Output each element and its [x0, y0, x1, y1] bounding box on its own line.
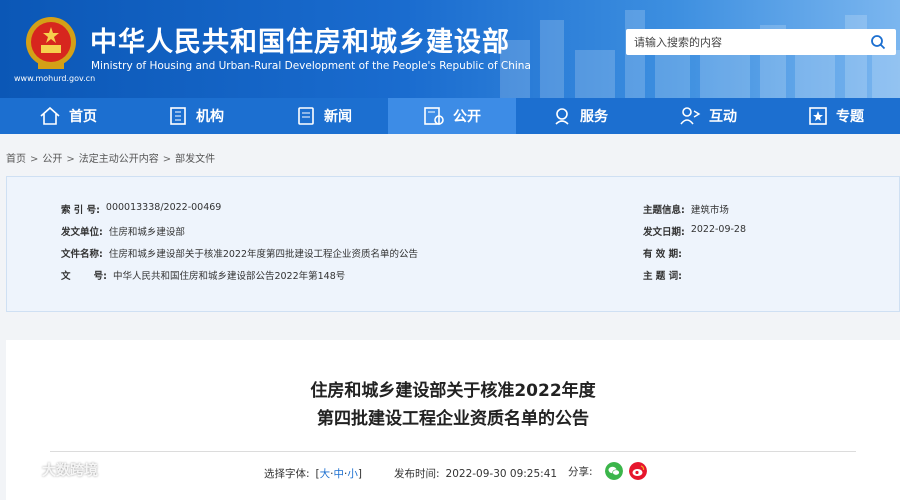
nav-label: 首页 — [69, 109, 97, 125]
site-title: 中华人民共和国住房和城乡建设部 — [90, 27, 510, 58]
share-bar: 分享: — [568, 462, 647, 480]
interaction-icon — [680, 107, 701, 125]
breadcrumb-documents[interactable]: 部发文件 — [175, 150, 215, 165]
meta-label: 有 效 期: — [643, 249, 682, 260]
share-label: 分享: — [568, 465, 593, 478]
topic-icon — [809, 107, 827, 125]
breadcrumb-disclosure[interactable]: 公开 — [42, 150, 62, 165]
breadcrumb-home[interactable]: 首页 — [6, 150, 26, 165]
watermark-text: 大数跨境 — [42, 463, 98, 479]
nav-item-home[interactable]: 首页 — [4, 98, 132, 134]
divider — [50, 451, 856, 452]
document-metadata-panel: 索 引 号: 000013338/2022-00469 发文单位: 住房和城乡建… — [6, 176, 900, 312]
article: 住房和城乡建设部关于核准2022年度 第四批建设工程企业资质名单的公告 选择字体… — [6, 340, 900, 500]
nav-item-org[interactable]: 机构 — [132, 98, 260, 134]
breadcrumb-statutory[interactable]: 法定主动公开内容 — [79, 150, 159, 165]
meta-value: 2022-09-28 — [690, 224, 747, 235]
search-box — [626, 29, 896, 55]
meta-validity: 有 效 期: — [643, 246, 688, 260]
weibo-icon[interactable] — [628, 462, 647, 480]
breadcrumb-separator: > — [162, 154, 172, 165]
font-medium-link[interactable]: 中 — [334, 466, 345, 481]
font-large-link[interactable]: 大 — [320, 466, 331, 481]
watermark: 大数跨境 — [8, 460, 98, 480]
search-icon[interactable] — [870, 34, 886, 50]
font-size-selector: 选择字体: [ 大 · 中 · 小 ] — [264, 466, 362, 481]
meta-label: 主题信息: — [643, 205, 685, 216]
meta-topic: 主题信息: 建筑市场 — [643, 202, 729, 216]
meta-docno: 文 号: 中华人民共和国住房和城乡建设部公告2022年第148号 — [61, 268, 345, 282]
nav-label: 专题 — [836, 109, 864, 125]
article-title-line1: 住房和城乡建设部关于核准2022年度 — [310, 381, 596, 401]
main-nav: 首页 机构 新闻 公开 服务 互动 专题 — [0, 98, 900, 134]
meta-date: 发文日期: 2022-09-28 — [643, 224, 746, 238]
nav-label: 机构 — [196, 109, 224, 125]
publish-value: 2022-09-30 09:25:41 — [445, 467, 558, 480]
nav-item-news[interactable]: 新闻 — [260, 98, 388, 134]
meta-label: 发文单位: — [61, 227, 103, 238]
disclosure-icon — [424, 107, 444, 125]
service-icon — [555, 108, 569, 125]
search-input[interactable] — [634, 33, 854, 51]
meta-label: 发文日期: — [643, 227, 685, 238]
meta-index: 索 引 号: 000013338/2022-00469 — [61, 202, 221, 216]
building-icon — [170, 107, 186, 125]
meta-filename: 文件名称: 住房和城乡建设部关于核准2022年度第四批建设工程企业资质名单的公告 — [61, 246, 418, 260]
bracket: ] — [357, 467, 362, 480]
nav-label: 公开 — [453, 109, 481, 125]
nav-label: 服务 — [580, 109, 608, 125]
watermark-logo-icon — [10, 462, 36, 477]
publish-time: 发布时间: 2022-09-30 09:25:41 — [394, 466, 557, 481]
site-subtitle: Ministry of Housing and Urban-Rural Deve… — [91, 60, 531, 72]
meta-value: 000013338/2022-00469 — [105, 202, 222, 213]
home-icon — [40, 106, 60, 125]
meta-value: 住房和城乡建设部 — [108, 227, 185, 238]
news-icon — [298, 107, 314, 125]
meta-issuer: 发文单位: 住房和城乡建设部 — [61, 224, 185, 238]
meta-label: 索 引 号: — [61, 205, 100, 216]
nav-item-interaction[interactable]: 互动 — [644, 98, 772, 134]
breadcrumb: 首页 > 公开 > 法定主动公开内容 > 部发文件 — [6, 150, 215, 165]
nav-item-service[interactable]: 服务 — [516, 98, 644, 134]
font-size-label: 选择字体: — [264, 468, 310, 480]
meta-label: 文 号: — [61, 271, 107, 282]
national-emblem-icon — [26, 17, 76, 69]
breadcrumb-separator: > — [66, 154, 75, 165]
meta-label: 主 题 词: — [643, 271, 682, 282]
nav-label: 互动 — [709, 109, 737, 125]
nav-label: 新闻 — [324, 109, 352, 125]
meta-value: 建筑市场 — [690, 205, 729, 216]
site-header: www.mohurd.gov.cn 中华人民共和国住房和城乡建设部 Minist… — [0, 0, 900, 98]
meta-value: 中华人民共和国住房和城乡建设部公告2022年第148号 — [112, 271, 346, 282]
meta-value: 住房和城乡建设部关于核准2022年度第四批建设工程企业资质名单的公告 — [108, 249, 418, 260]
meta-label: 文件名称: — [61, 249, 103, 260]
article-title-line2: 第四批建设工程企业资质名单的公告 — [317, 409, 589, 429]
meta-keywords: 主 题 词: — [643, 268, 688, 282]
nav-item-topic[interactable]: 专题 — [772, 98, 900, 134]
site-url: www.mohurd.gov.cn — [14, 74, 96, 83]
publish-label: 发布时间: — [394, 468, 440, 480]
breadcrumb-separator: > — [30, 154, 39, 165]
font-small-link[interactable]: 小 — [347, 466, 358, 481]
wechat-icon[interactable] — [604, 462, 623, 480]
nav-item-disclosure[interactable]: 公开 — [388, 98, 516, 134]
